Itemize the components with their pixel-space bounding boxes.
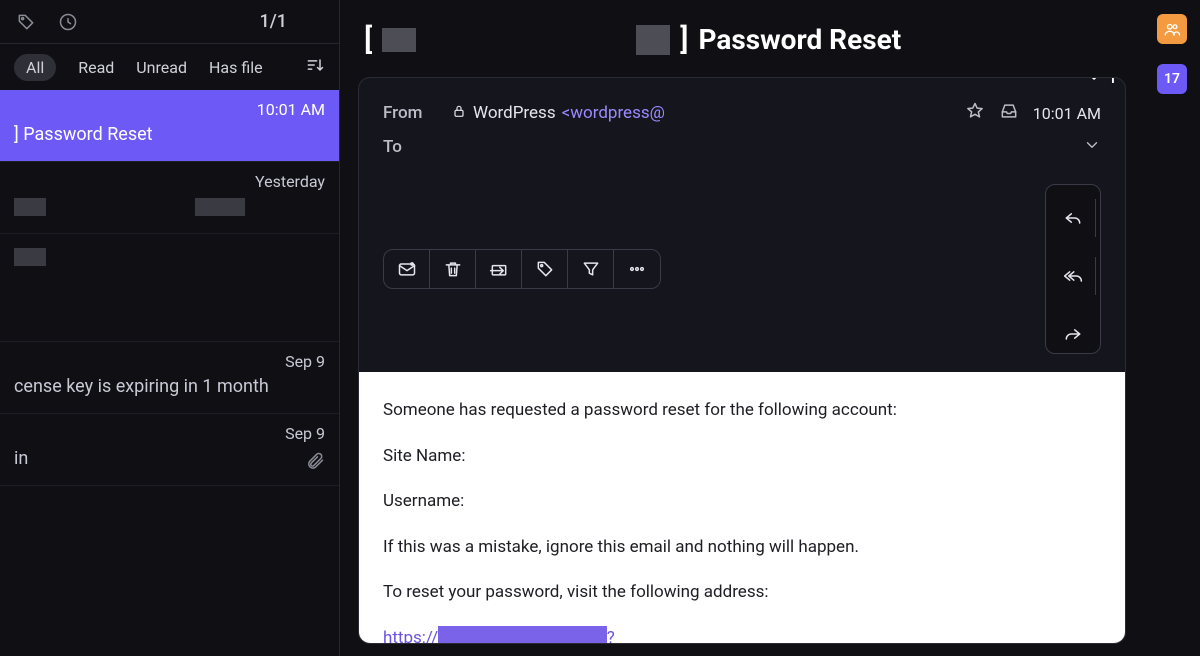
reply-all-button[interactable] bbox=[1050, 257, 1096, 295]
to-label: To bbox=[383, 137, 437, 157]
inbox-icon bbox=[999, 101, 1019, 125]
body-line: Username: bbox=[383, 489, 1101, 515]
message-subject-header: [ ] Password Reset bbox=[358, 12, 1126, 77]
list-item-subject bbox=[14, 246, 325, 267]
list-item-subject bbox=[14, 196, 325, 217]
list-item-time: 10:01 AM bbox=[257, 100, 325, 119]
list-item-time: Sep 9 bbox=[285, 352, 325, 371]
reply-button[interactable] bbox=[1050, 199, 1096, 237]
pager-label: 1/1 bbox=[260, 11, 287, 32]
tag-icon[interactable] bbox=[14, 10, 38, 34]
label-button[interactable] bbox=[522, 250, 568, 288]
filter-all[interactable]: All bbox=[14, 54, 56, 81]
reset-link[interactable]: https://xxxxxxxxxxxxxxxxxxxx?action=rp&k… bbox=[383, 628, 828, 644]
mark-unread-button[interactable] bbox=[384, 250, 430, 288]
sort-button[interactable] bbox=[305, 55, 325, 79]
filter-read[interactable]: Read bbox=[78, 58, 114, 77]
message-card: 1 From WordPress <wordpress@ bbox=[358, 77, 1126, 644]
attachment-icon bbox=[305, 451, 325, 475]
message-body: Someone has requested a password reset f… bbox=[359, 372, 1125, 643]
expand-recipients-button[interactable] bbox=[1083, 136, 1101, 158]
contacts-button[interactable] bbox=[1157, 14, 1187, 44]
bracket-open: [ bbox=[364, 22, 372, 57]
next-page-button[interactable] bbox=[301, 10, 325, 34]
badge-count: 1 bbox=[1108, 77, 1117, 87]
message-time: 10:01 AM bbox=[1033, 104, 1101, 123]
subject-text: Password Reset bbox=[698, 23, 901, 56]
from-label: From bbox=[383, 103, 437, 123]
filter-has-file[interactable]: Has file bbox=[209, 58, 263, 77]
list-item-subject: cense key is expiring in 1 month bbox=[14, 376, 325, 397]
more-button[interactable] bbox=[614, 250, 660, 288]
body-line: Someone has requested a password reset f… bbox=[383, 398, 1101, 424]
calendar-day: 17 bbox=[1164, 71, 1180, 87]
prev-page-button[interactable] bbox=[222, 10, 246, 34]
list-item-subject: in bbox=[14, 448, 325, 469]
delete-button[interactable] bbox=[430, 250, 476, 288]
calendar-button[interactable]: 17 bbox=[1157, 64, 1187, 94]
list-item[interactable]: Sep 9 in bbox=[0, 414, 339, 486]
verified-badge: 1 bbox=[1084, 77, 1117, 88]
archive-button[interactable] bbox=[476, 250, 522, 288]
security-button[interactable] bbox=[1157, 114, 1187, 144]
list-item[interactable]: Yesterday bbox=[0, 162, 339, 234]
body-line: To reset your password, visit the follow… bbox=[383, 580, 1101, 606]
star-button[interactable] bbox=[965, 101, 985, 125]
list-item[interactable]: Sep 9 cense key is expiring in 1 month bbox=[0, 342, 339, 414]
list-item-time: Yesterday bbox=[255, 172, 325, 191]
filter-button[interactable] bbox=[568, 250, 614, 288]
body-line: Site Name: bbox=[383, 444, 1101, 470]
list-item-time: Sep 9 bbox=[285, 424, 325, 443]
message-list: 10:01 AM ] Password Reset Yesterday Sep … bbox=[0, 90, 339, 656]
list-item[interactable]: 10:01 AM ] Password Reset bbox=[0, 90, 339, 162]
clock-icon[interactable] bbox=[56, 10, 80, 34]
list-item[interactable] bbox=[0, 486, 339, 558]
list-item[interactable] bbox=[0, 234, 339, 342]
bracket-close: ] bbox=[680, 22, 688, 57]
from-address: <wordpress@ bbox=[562, 103, 665, 123]
list-item-subject: ] Password Reset bbox=[14, 124, 325, 145]
body-line: If this was a mistake, ignore this email… bbox=[383, 535, 1101, 561]
from-name: WordPress bbox=[473, 103, 556, 123]
forward-button[interactable] bbox=[1050, 315, 1096, 353]
filter-unread[interactable]: Unread bbox=[136, 58, 187, 77]
lock-icon bbox=[451, 103, 467, 124]
